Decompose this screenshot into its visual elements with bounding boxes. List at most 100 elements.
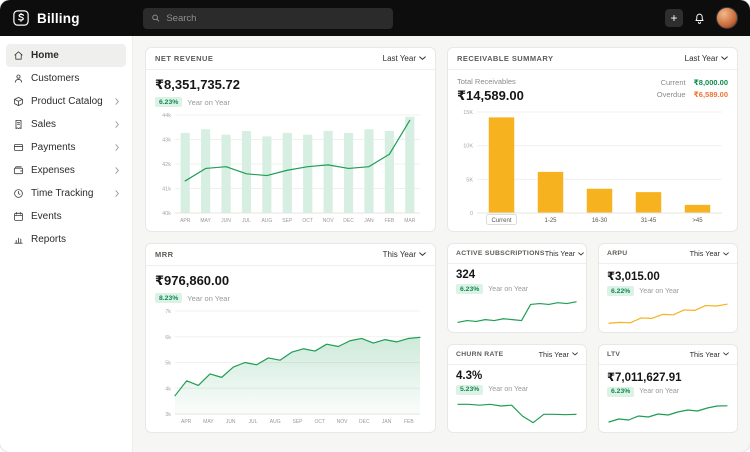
active-subscriptions-card: ACTIVE SUBSCRIPTIONS This Year 324 6.23%… xyxy=(447,243,587,333)
brand[interactable]: Billing xyxy=(12,9,133,27)
yoy-row: 5.23% Year on Year xyxy=(456,385,578,395)
svg-text:31-45: 31-45 xyxy=(641,218,657,224)
yoy-badge: 6.22% xyxy=(607,286,634,296)
quick-add-button[interactable]: + xyxy=(665,9,683,27)
receivable-totals: Total Receivables ₹14,589.00 Current ₹8,… xyxy=(457,77,728,104)
arpu-card: ARPU This Year ₹3,015.00 6.22% Year on Y… xyxy=(598,243,738,333)
yoy-badge: 6.23% xyxy=(155,97,182,107)
global-search[interactable] xyxy=(143,8,393,29)
sidebar-item-expenses[interactable]: Expenses xyxy=(6,159,126,182)
total-receivables-label: Total Receivables xyxy=(457,77,524,86)
sidebar-item-payments[interactable]: Payments xyxy=(6,136,126,159)
mrr-period-dropdown[interactable]: This Year xyxy=(383,250,426,259)
churn-period-dropdown[interactable]: This Year xyxy=(539,350,578,359)
chevron-down-icon xyxy=(723,352,729,356)
period-label: This Year xyxy=(545,249,575,258)
sidebar: Home Customers Product Catalog Sales xyxy=(0,36,133,452)
card-title: NET REVENUE xyxy=(155,54,213,63)
user-avatar[interactable] xyxy=(716,7,738,29)
svg-text:FEB: FEB xyxy=(404,419,414,425)
chevron-right-icon xyxy=(115,144,120,151)
sidebar-item-label: Sales xyxy=(31,119,56,130)
card-body: 4.3% 5.23% Year on Year xyxy=(448,365,586,433)
card-title: CHURN RATE xyxy=(456,351,503,358)
app-title: Billing xyxy=(37,11,80,26)
svg-text:AUG: AUG xyxy=(261,218,272,224)
card-body: ₹7,011,627.91 6.23% Year on Year xyxy=(599,365,737,433)
yoy-badge: 8.23% xyxy=(155,293,182,303)
sidebar-item-product-catalog[interactable]: Product Catalog xyxy=(6,90,126,113)
arpu-sparkline xyxy=(607,299,729,328)
chevron-down-icon xyxy=(572,352,578,356)
receivable-chart: 15K10K5K0Current1-2516-3031-45>45 xyxy=(457,107,728,226)
svg-text:>45: >45 xyxy=(692,218,703,224)
period-label: This Year xyxy=(690,249,720,258)
current-label: Current xyxy=(657,78,686,87)
sidebar-item-label: Product Catalog xyxy=(31,96,103,107)
active-subscriptions-period-dropdown[interactable]: This Year xyxy=(545,249,584,258)
dashboard: NET REVENUE Last Year ₹8,351,735.72 6.23… xyxy=(133,36,750,452)
mrr-chart: 7k6k5k4k3kAPRMAYJUNJULAUGSEPOCTNOVDECJAN… xyxy=(155,306,426,427)
receivable-period-dropdown[interactable]: Last Year xyxy=(685,54,728,63)
yoy-caption: Year on Year xyxy=(639,288,679,295)
overdue-value: ₹6,589.00 xyxy=(694,90,728,99)
events-icon xyxy=(13,211,24,222)
ltv-period-dropdown[interactable]: This Year xyxy=(690,350,729,359)
sidebar-item-reports[interactable]: Reports xyxy=(6,228,126,251)
chevron-down-icon xyxy=(721,56,728,61)
card-body: ₹976,860.00 8.23% Year on Year 7k6k5k4k3… xyxy=(146,266,435,432)
arpu-period-dropdown[interactable]: This Year xyxy=(690,249,729,258)
net-revenue-period-dropdown[interactable]: Last Year xyxy=(383,54,426,63)
search-input[interactable] xyxy=(166,13,385,24)
sidebar-item-time-tracking[interactable]: Time Tracking xyxy=(6,182,126,205)
svg-text:41k: 41k xyxy=(162,187,171,193)
search-icon xyxy=(151,13,160,23)
total-receivables: Total Receivables ₹14,589.00 xyxy=(457,77,524,104)
svg-text:43k: 43k xyxy=(162,138,171,144)
svg-text:44k: 44k xyxy=(162,113,171,119)
svg-text:OCT: OCT xyxy=(302,218,313,224)
billing-logo-icon xyxy=(12,9,30,27)
period-label: Last Year xyxy=(685,54,718,63)
active-subscriptions-sparkline xyxy=(456,297,578,328)
churn-rate-card: CHURN RATE This Year 4.3% 5.23% Year on … xyxy=(447,344,587,434)
chevron-right-icon xyxy=(115,121,120,128)
sidebar-item-customers[interactable]: Customers xyxy=(6,67,126,90)
reports-icon xyxy=(13,234,24,245)
chevron-down-icon xyxy=(419,56,426,61)
net-revenue-chart: 44k43k42k41k40kAPRMAYJUNJULAUGSEPOCTNOVD… xyxy=(155,110,426,226)
svg-text:5k: 5k xyxy=(165,361,171,367)
receivable-summary-card: RECEIVABLE SUMMARY Last Year Total Recei… xyxy=(447,47,738,232)
yoy-row: 8.23% Year on Year xyxy=(155,293,426,303)
card-header: NET REVENUE Last Year xyxy=(146,48,435,70)
chevron-down-icon xyxy=(723,252,729,256)
sidebar-item-events[interactable]: Events xyxy=(6,205,126,228)
expenses-icon xyxy=(13,165,24,176)
ltv-value: ₹7,011,627.91 xyxy=(607,370,729,384)
sidebar-item-label: Reports xyxy=(31,234,66,245)
svg-text:JUN: JUN xyxy=(226,419,236,425)
yoy-badge: 6.23% xyxy=(607,387,634,397)
card-header: ARPU This Year xyxy=(599,244,737,264)
time-tracking-icon xyxy=(13,188,24,199)
sidebar-item-home[interactable]: Home xyxy=(6,44,126,67)
sidebar-item-label: Customers xyxy=(31,73,79,84)
card-title: ARPU xyxy=(607,250,627,257)
home-icon xyxy=(13,50,24,61)
topbar-actions: + xyxy=(665,7,738,29)
svg-text:NOV: NOV xyxy=(323,218,335,224)
yoy-caption: Year on Year xyxy=(488,386,528,393)
notifications-button[interactable] xyxy=(693,12,706,25)
svg-text:FEB: FEB xyxy=(385,218,395,224)
yoy-badge: 5.23% xyxy=(456,385,483,395)
svg-text:5K: 5K xyxy=(466,177,473,183)
yoy-caption: Year on Year xyxy=(187,294,230,303)
receivable-breakdown: Current ₹8,000.00 Overdue ₹6,589.00 xyxy=(657,78,728,99)
current-value: ₹8,000.00 xyxy=(694,78,728,87)
svg-text:SEP: SEP xyxy=(282,218,293,224)
chevron-right-icon xyxy=(115,190,120,197)
sidebar-item-sales[interactable]: Sales xyxy=(6,113,126,136)
app-window: Billing + Home xyxy=(0,0,750,452)
yoy-badge: 6.23% xyxy=(456,284,483,294)
yoy-caption: Year on Year xyxy=(488,286,528,293)
